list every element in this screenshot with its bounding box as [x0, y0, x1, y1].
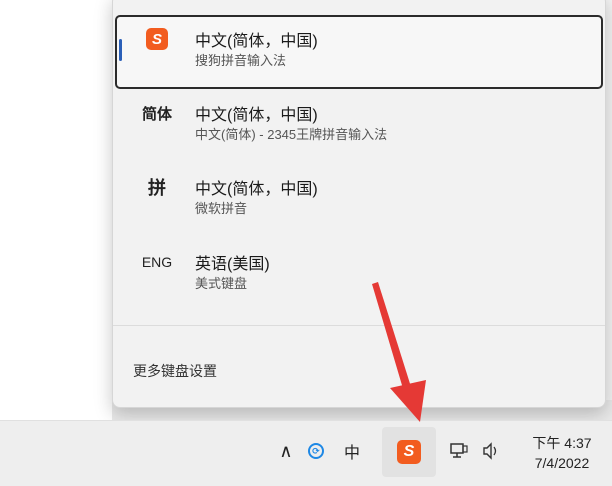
ime-item-sogou[interactable]: S 中文(简体，中国) 搜狗拼音输入法: [115, 15, 603, 89]
ime-item-title: 中文(简体，中国): [195, 33, 318, 50]
ime-icon-label: 拼: [148, 178, 166, 198]
sogou-tray-button[interactable]: S: [382, 427, 436, 477]
taskbar: ∧ ⟳ 中 S 下午 4:37 7/4/2022: [0, 420, 612, 486]
ime-item-subtitle: 微软拼音: [195, 201, 248, 216]
sogou-icon: S: [137, 27, 177, 51]
ime-mode-indicator[interactable]: 中: [340, 439, 364, 463]
ime-item-2345[interactable]: 简体 中文(简体，中国) 中文(简体) - 2345王牌拼音输入法: [117, 91, 601, 163]
red-arrow-annotation: [372, 282, 426, 422]
ime-item-subtitle: 中文(简体) - 2345王牌拼音输入法: [195, 127, 388, 142]
clock-time[interactable]: 下午 4:37: [520, 433, 604, 453]
ime-item-subtitle: 搜狗拼音输入法: [195, 53, 287, 68]
ime-item-title: 中文(简体，中国): [195, 181, 318, 198]
selection-indicator: [119, 39, 122, 61]
network-icon[interactable]: [446, 439, 472, 463]
volume-icon[interactable]: [478, 439, 504, 463]
desktop-background: [0, 0, 112, 420]
ime-flyout: S 中文(简体，中国) 搜狗拼音输入法 简体 中文(简体，中国) 中文(简体) …: [112, 0, 606, 408]
sogou-icon: S: [397, 440, 421, 464]
ime-item-english[interactable]: ENG 英语(美国) 美式键盘: [117, 240, 601, 312]
clock-date[interactable]: 7/4/2022: [520, 455, 604, 471]
ime-icon-label: ENG: [141, 254, 173, 270]
more-keyboard-settings-link[interactable]: 更多键盘设置: [133, 361, 217, 381]
ime-item-title: 中文(简体，中国): [195, 107, 318, 124]
ime-item-subtitle: 美式键盘: [195, 276, 248, 291]
ime-item-microsoft-pinyin[interactable]: 拼 中文(简体，中国) 微软拼音: [117, 165, 601, 237]
ime-item-title: 英语(美国): [195, 256, 270, 273]
menu-divider: [113, 325, 605, 326]
show-hidden-icons-chevron-icon[interactable]: ∧: [276, 439, 296, 463]
ime-icon-label: 简体: [141, 105, 172, 123]
onedrive-sync-icon[interactable]: ⟳: [304, 439, 328, 463]
